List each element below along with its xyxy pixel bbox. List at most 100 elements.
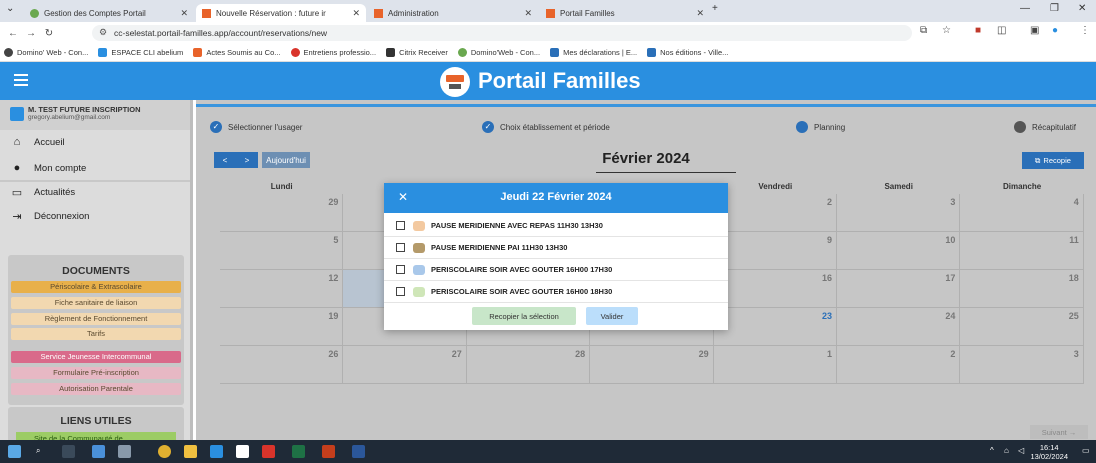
document-link[interactable]: Service Jeunesse Intercommunal <box>11 351 181 363</box>
bookmark-item[interactable]: Actes Soumis au Co... <box>193 48 281 57</box>
option-checkbox[interactable] <box>396 265 405 274</box>
calendar-day-cell[interactable]: 4 <box>960 194 1084 232</box>
calendar-day-cell[interactable]: 16 <box>713 270 837 308</box>
document-link[interactable]: Fiche sanitaire de liaison <box>11 297 181 309</box>
bookmark-item[interactable]: Nos éditions - Ville... <box>647 48 728 57</box>
tab-close-icon[interactable]: ✕ <box>346 8 360 19</box>
bookmark-item[interactable]: Mes déclarations | E... <box>550 48 637 57</box>
calendar-day-cell[interactable]: 2 <box>837 346 961 384</box>
minimize-icon[interactable]: — <box>1020 3 1030 14</box>
calendar-day-cell[interactable]: 18 <box>960 270 1084 308</box>
browser-menu-icon[interactable]: ⋮ <box>1080 25 1090 36</box>
calendar-day-cell[interactable]: 19 <box>220 308 344 346</box>
document-link[interactable]: Périscolaire & Extrascolaire <box>11 281 181 293</box>
word-icon[interactable] <box>352 445 365 458</box>
acrobat-icon[interactable] <box>262 445 275 458</box>
option-row[interactable]: PAUSE MERIDIENNE AVEC REPAS 11H30 13H30 <box>384 215 728 237</box>
search-icon[interactable]: ⌕ <box>36 446 40 456</box>
calendar-day-cell[interactable]: 17 <box>837 270 961 308</box>
tab-close-icon[interactable]: ✕ <box>518 8 532 19</box>
excel-icon[interactable] <box>292 445 305 458</box>
tab-nouvelle-reservation[interactable]: Nouvelle Réservation : future ir ✕ <box>196 4 366 22</box>
recopie-button[interactable]: ⧉ Recopie <box>1022 152 1084 169</box>
app-icon[interactable] <box>210 445 223 458</box>
powerpoint-icon[interactable] <box>322 445 335 458</box>
site-info-icon[interactable]: ⚙ <box>99 27 107 38</box>
window-close-icon[interactable]: ✕ <box>1078 3 1086 14</box>
calendar-day-cell[interactable]: 9 <box>713 232 837 270</box>
calendar-day-cell[interactable]: 3 <box>837 194 961 232</box>
tray-chevron-icon[interactable]: ^ <box>990 446 994 455</box>
bookmark-item[interactable]: Domino' Web - Con... <box>4 48 88 57</box>
sidebar-item-deconnexion[interactable]: ⇥ Déconnexion <box>10 210 89 223</box>
profile-avatar-icon[interactable]: ● <box>1052 25 1058 36</box>
file-explorer-icon[interactable] <box>184 445 197 458</box>
back-arrow-icon[interactable]: ← <box>4 28 22 39</box>
step-etablissement[interactable]: ✓ Choix établissement et période <box>482 121 610 133</box>
validate-button[interactable]: Valider <box>586 307 638 325</box>
reload-icon[interactable]: ↻ <box>40 28 58 39</box>
windows-start-icon[interactable] <box>8 445 21 458</box>
new-tab-button[interactable]: + <box>712 3 718 14</box>
step-usager[interactable]: ✓ Sélectionner l'usager <box>210 121 302 133</box>
calendar-day-cell[interactable]: 11 <box>960 232 1084 270</box>
files-app-icon[interactable] <box>92 445 105 458</box>
calendar-day-cell[interactable]: 1 <box>713 346 837 384</box>
bookmark-item[interactable]: ESPACE CLI abelium <box>98 48 183 57</box>
extensions-icon[interactable]: ◫ <box>997 25 1006 36</box>
option-row[interactable]: PAUSE MERIDIENNE PAI 11H30 13H30 <box>384 237 728 259</box>
sidebar-panel-icon[interactable]: ▣ <box>1030 25 1039 36</box>
tab-close-icon[interactable]: ✕ <box>174 8 188 19</box>
calendar-day-cell[interactable]: 29 <box>220 194 344 232</box>
document-link[interactable]: Tarifs <box>11 328 181 340</box>
option-checkbox[interactable] <box>396 243 405 252</box>
network-icon[interactable]: ⌂ <box>1004 446 1009 455</box>
document-link[interactable]: Formulaire Pré-inscription <box>11 367 181 379</box>
option-row[interactable]: PERISCOLAIRE SOIR AVEC GOUTER 16H00 18H3… <box>384 281 728 303</box>
task-view-icon[interactable] <box>62 445 75 458</box>
bookmark-star-icon[interactable]: ☆ <box>942 25 951 36</box>
option-checkbox[interactable] <box>396 221 405 230</box>
sidebar-item-actualites[interactable]: ▭ Actualités <box>10 186 75 199</box>
calendar-day-cell[interactable]: 25 <box>960 308 1084 346</box>
restore-icon[interactable]: ❐ <box>1050 3 1059 14</box>
next-step-button[interactable]: Suivant → <box>1030 425 1088 439</box>
calendar-day-cell[interactable]: 29 <box>590 346 714 384</box>
calendar-day-cell[interactable]: 3 <box>960 346 1084 384</box>
bookmark-item[interactable]: Entretiens professio... <box>290 48 376 57</box>
url-field[interactable]: ⚙ cc-selestat.portail-familles.app/accou… <box>92 25 912 41</box>
option-checkbox[interactable] <box>396 287 405 296</box>
bookmark-item[interactable]: Domino'Web - Con... <box>457 48 540 57</box>
tab-portail-familles[interactable]: Portail Familles ✕ <box>540 4 710 22</box>
pdf-extension-icon[interactable]: ■ <box>975 25 981 36</box>
chrome-icon[interactable] <box>158 445 171 458</box>
copy-selection-button[interactable]: Recopier la sélection <box>472 307 576 325</box>
calendar-day-cell[interactable]: 12 <box>220 270 344 308</box>
volume-icon[interactable]: ◁ <box>1018 446 1024 455</box>
sidebar-item-accueil[interactable]: ⌂ Accueil <box>10 136 65 148</box>
tab-administration[interactable]: Administration ✕ <box>368 4 538 22</box>
calendar-day-cell[interactable]: 27 <box>343 346 467 384</box>
forward-arrow-icon[interactable]: → <box>22 28 40 39</box>
calculator-icon[interactable] <box>118 445 131 458</box>
tab-close-icon[interactable]: ✕ <box>690 8 704 19</box>
calendar-day-cell[interactable]: 5 <box>220 232 344 270</box>
calendar-day-cell[interactable]: 23 <box>713 308 837 346</box>
option-row[interactable]: PERISCOLAIRE SOIR AVEC GOUTER 16H00 17H3… <box>384 259 728 281</box>
bookmark-item[interactable]: Citrix Receiver <box>386 48 448 57</box>
sidebar-item-mon-compte[interactable]: ● Mon compte <box>10 162 87 174</box>
system-clock[interactable]: 16:14 13/02/2024 <box>1030 443 1068 461</box>
calendar-day-cell[interactable]: 24 <box>837 308 961 346</box>
document-link[interactable]: Autorisation Parentale <box>11 383 181 395</box>
notepad-icon[interactable] <box>236 445 249 458</box>
calendar-day-cell[interactable]: 28 <box>466 346 591 384</box>
tab-list-chevron-icon[interactable]: ⌄ <box>6 3 14 14</box>
tab-gestion-comptes[interactable]: Gestion des Comptes Portail ✕ <box>24 4 194 22</box>
calendar-day-cell[interactable]: 2 <box>713 194 837 232</box>
install-app-icon[interactable]: ⧉ <box>920 25 927 36</box>
document-link[interactable]: Règlement de Fonctionnement <box>11 313 181 325</box>
calendar-day-cell[interactable]: 10 <box>837 232 961 270</box>
calendar-day-cell[interactable]: 26 <box>220 346 344 384</box>
notifications-icon[interactable]: ▭ <box>1082 446 1090 455</box>
hamburger-menu-icon[interactable] <box>14 74 28 86</box>
